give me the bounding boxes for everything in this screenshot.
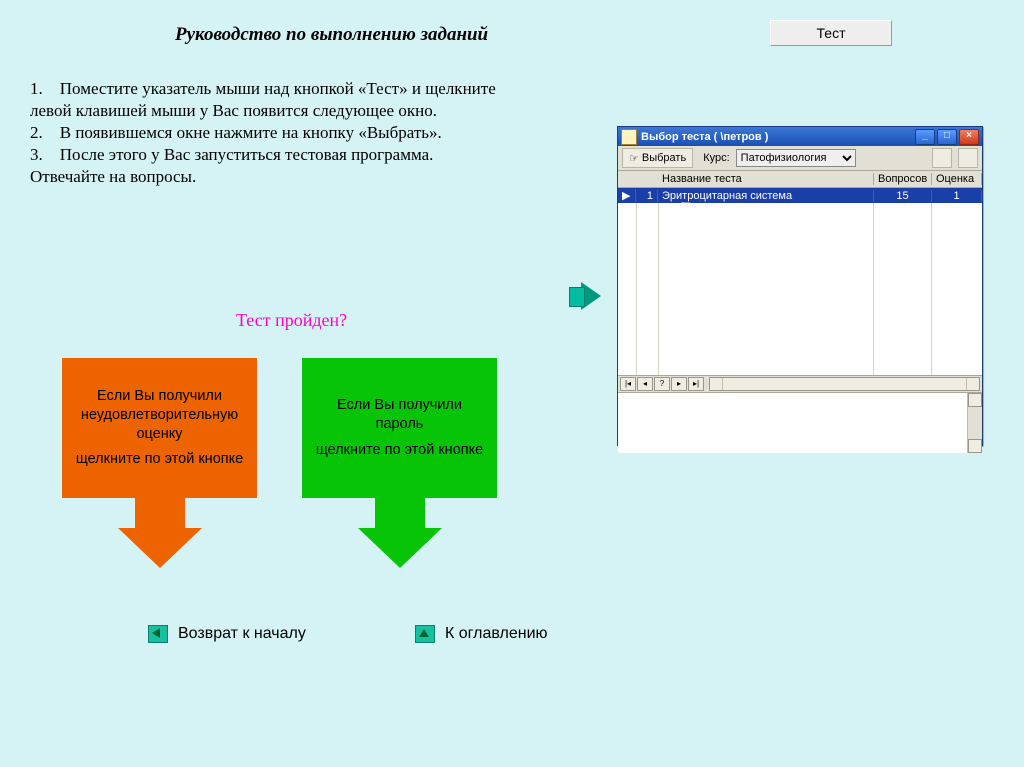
scroll-right-icon[interactable] bbox=[966, 378, 979, 390]
maximize-button[interactable]: □ bbox=[937, 129, 957, 145]
pass-text: щелкните по этой кнопке bbox=[316, 441, 483, 460]
pointer-right-icon bbox=[581, 282, 601, 310]
arrow-left-icon bbox=[148, 625, 168, 643]
course-label: Курс: bbox=[703, 152, 729, 164]
scroll-left-icon[interactable] bbox=[710, 378, 723, 390]
table-header: Название теста Вопросов Оценка bbox=[618, 171, 982, 188]
col-grade: Оценка bbox=[932, 173, 982, 185]
nav-back-link[interactable]: Возврат к началу bbox=[148, 625, 306, 643]
instruction-line: 1. Поместите указатель мыши над кнопкой … bbox=[30, 78, 575, 100]
exit-icon[interactable] bbox=[958, 148, 978, 168]
toolbar-icon[interactable] bbox=[932, 148, 952, 168]
fail-arrow-button[interactable]: Если Вы получили неудовлетворительную оц… bbox=[62, 358, 257, 568]
row-questions: 15 bbox=[874, 190, 932, 202]
nav-next-button[interactable]: ▸ bbox=[671, 377, 687, 391]
col-name: Название теста bbox=[658, 173, 874, 185]
fail-text: щелкните по этой кнопке bbox=[76, 450, 243, 469]
table-row[interactable]: ▶ 1 Эритроцитарная система 15 1 bbox=[618, 188, 982, 203]
row-marker-icon: ▶ bbox=[618, 189, 636, 202]
choose-label: Выбрать bbox=[642, 152, 686, 164]
pass-text: Если Вы получили bbox=[337, 396, 462, 415]
instructions-block: 1. Поместите указатель мыши над кнопкой … bbox=[30, 78, 575, 188]
row-grade: 1 bbox=[932, 190, 982, 202]
instruction-line: левой клавишей мыши у Вас появится следу… bbox=[30, 100, 575, 122]
choose-button[interactable]: ☞ Выбрать bbox=[622, 148, 693, 168]
nav-prev-button[interactable]: ◂ bbox=[637, 377, 653, 391]
scroll-up-icon[interactable] bbox=[968, 393, 982, 407]
record-navigator: |◂ ◂ ? ▸ ▸| bbox=[618, 376, 982, 393]
pass-text: пароль bbox=[376, 415, 424, 434]
minimize-button[interactable]: _ bbox=[915, 129, 935, 145]
fail-text: Если Вы получили bbox=[97, 387, 222, 406]
scroll-down-icon[interactable] bbox=[968, 439, 982, 453]
table-body bbox=[618, 203, 982, 376]
col-questions: Вопросов bbox=[874, 173, 932, 185]
hand-icon: ☞ bbox=[629, 152, 639, 165]
app-icon bbox=[621, 129, 637, 145]
window-titlebar: Выбор теста ( \петров ) _ □ × bbox=[618, 127, 982, 146]
nav-toc-link[interactable]: К оглавлению bbox=[415, 625, 548, 643]
window-title: Выбор теста ( \петров ) bbox=[641, 131, 768, 143]
test-button[interactable]: Тест bbox=[770, 20, 892, 46]
course-select[interactable]: Патофизиология bbox=[736, 149, 856, 167]
test-selection-window: Выбор теста ( \петров ) _ □ × ☞ Выбрать … bbox=[617, 126, 983, 446]
instruction-line: 2. В появившемся окне нажмите на кнопку … bbox=[30, 122, 575, 144]
close-button[interactable]: × bbox=[959, 129, 979, 145]
horizontal-scrollbar[interactable] bbox=[709, 377, 980, 391]
nav-help-button[interactable]: ? bbox=[654, 377, 670, 391]
fail-text: оценку bbox=[136, 425, 182, 444]
arrow-up-icon bbox=[415, 625, 435, 643]
page-title: Руководство по выполнению заданий bbox=[175, 24, 488, 46]
pass-arrow-button[interactable]: Если Вы получили пароль щелкните по этой… bbox=[302, 358, 497, 568]
instruction-line: Отвечайте на вопросы. bbox=[30, 166, 575, 188]
nav-first-button[interactable]: |◂ bbox=[620, 377, 636, 391]
instruction-line: 3. После этого у Вас запуститься тестова… bbox=[30, 144, 575, 166]
vertical-scrollbar[interactable] bbox=[967, 393, 982, 453]
nav-last-button[interactable]: ▸| bbox=[688, 377, 704, 391]
row-name: Эритроцитарная система bbox=[658, 190, 874, 202]
detail-pane bbox=[618, 393, 982, 453]
nav-toc-label: К оглавлению bbox=[445, 625, 548, 643]
fail-text: неудовлетворительную bbox=[81, 406, 238, 425]
window-toolbar: ☞ Выбрать Курс: Патофизиология bbox=[618, 146, 982, 171]
row-num: 1 bbox=[636, 190, 658, 202]
question-text: Тест пройден? bbox=[236, 310, 347, 331]
nav-back-label: Возврат к началу bbox=[178, 625, 306, 643]
